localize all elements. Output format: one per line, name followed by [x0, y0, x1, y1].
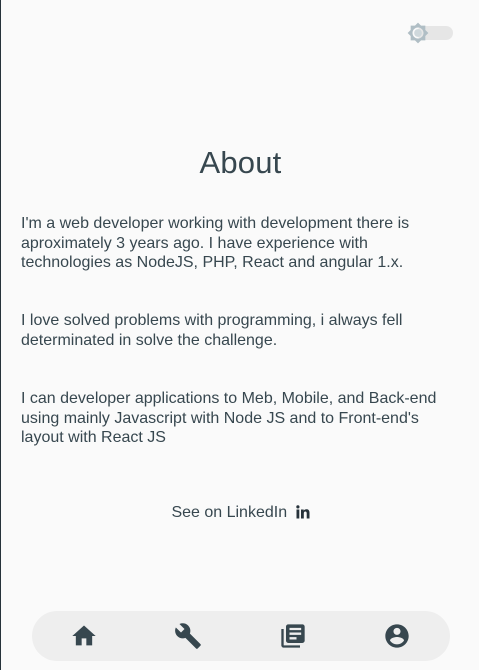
- nav-account[interactable]: [383, 622, 411, 650]
- wrench-icon: [175, 623, 201, 649]
- linkedin-link[interactable]: See on LinkedIn: [1, 504, 479, 522]
- home-icon: [72, 625, 96, 646]
- library-books-icon: [281, 624, 305, 648]
- about-paragraph-skills: I can developer applications to Meb, Mob…: [21, 390, 437, 446]
- bottom-navigation: [32, 611, 450, 661]
- linkedin-icon: [295, 505, 310, 519]
- nav-tools[interactable]: [174, 622, 202, 650]
- nav-home[interactable]: [70, 622, 98, 650]
- account-circle-icon: [385, 624, 409, 648]
- about-paragraph-problem-solving: I love solved problems with programming,…: [21, 312, 403, 349]
- sun-icon: [407, 22, 429, 44]
- theme-toggle[interactable]: [407, 22, 455, 44]
- linkedin-link-label: See on LinkedIn: [171, 504, 288, 521]
- page-title: About: [199, 145, 282, 180]
- about-paragraph-experience: I'm a web developer working with develop…: [21, 215, 410, 271]
- nav-library[interactable]: [279, 622, 307, 650]
